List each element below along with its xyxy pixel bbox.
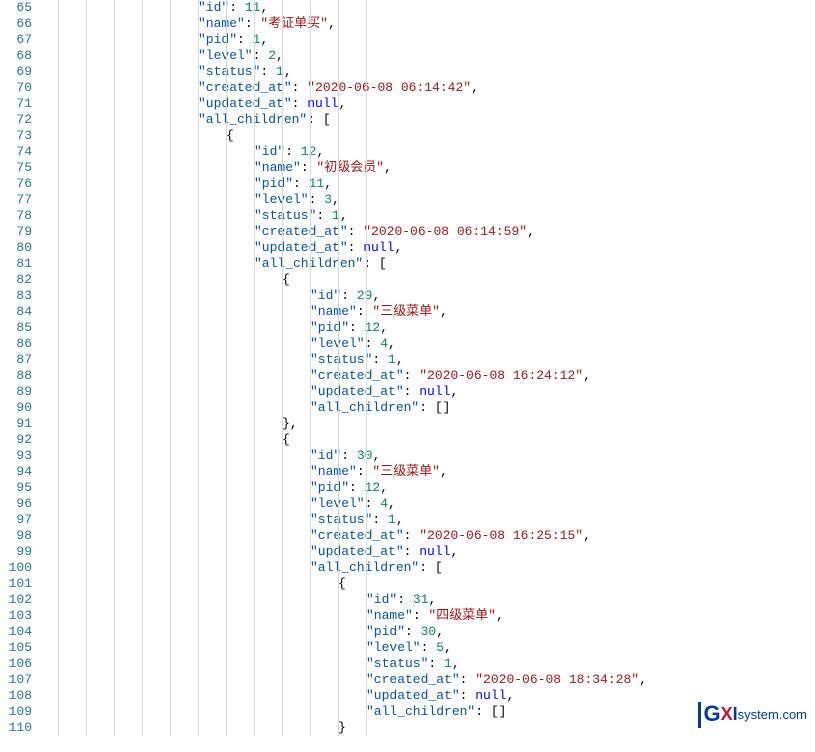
- line-number: 107: [0, 672, 32, 688]
- line-number: 89: [0, 384, 32, 400]
- code-line[interactable]: "id": 30,: [50, 448, 815, 464]
- code-line[interactable]: "level": 3,: [50, 192, 815, 208]
- line-number: 83: [0, 288, 32, 304]
- line-number: 72: [0, 112, 32, 128]
- line-number: 74: [0, 144, 32, 160]
- line-number: 73: [0, 128, 32, 144]
- line-number: 101: [0, 576, 32, 592]
- code-line[interactable]: "name": "三级菜单",: [50, 464, 815, 480]
- line-number: 103: [0, 608, 32, 624]
- line-number: 97: [0, 512, 32, 528]
- line-number: 84: [0, 304, 32, 320]
- code-line[interactable]: "pid": 12,: [50, 320, 815, 336]
- line-number: 87: [0, 352, 32, 368]
- line-number: 109: [0, 704, 32, 720]
- line-number: 81: [0, 256, 32, 272]
- line-number: 102: [0, 592, 32, 608]
- line-number: 77: [0, 192, 32, 208]
- code-line[interactable]: "created_at": "2020-06-08 16:25:15",: [50, 528, 815, 544]
- code-line[interactable]: "level": 4,: [50, 336, 815, 352]
- code-line[interactable]: "pid": 30,: [50, 624, 815, 640]
- code-line[interactable]: "id": 29,: [50, 288, 815, 304]
- code-line[interactable]: "level": 4,: [50, 496, 815, 512]
- code-line[interactable]: "id": 12,: [50, 144, 815, 160]
- line-number: 80: [0, 240, 32, 256]
- code-line[interactable]: "name": "四级菜单",: [50, 608, 815, 624]
- line-number: 100: [0, 560, 32, 576]
- code-line[interactable]: "level": 2,: [50, 48, 815, 64]
- line-number: 78: [0, 208, 32, 224]
- code-line[interactable]: {: [50, 272, 815, 288]
- code-line[interactable]: {: [50, 432, 815, 448]
- line-number: 108: [0, 688, 32, 704]
- line-number: 105: [0, 640, 32, 656]
- line-number: 65: [0, 0, 32, 16]
- code-line[interactable]: "updated_at": null,: [50, 384, 815, 400]
- code-line[interactable]: "updated_at": null,: [50, 240, 815, 256]
- code-line[interactable]: "status": 1,: [50, 512, 815, 528]
- line-number: 82: [0, 272, 32, 288]
- code-line[interactable]: "created_at": "2020-06-08 06:14:59",: [50, 224, 815, 240]
- line-number: 91: [0, 416, 32, 432]
- line-number: 98: [0, 528, 32, 544]
- code-line[interactable]: "status": 1,: [50, 64, 815, 80]
- code-line[interactable]: "id": 11,: [50, 0, 815, 16]
- code-line[interactable]: "status": 1,: [50, 208, 815, 224]
- line-number: 85: [0, 320, 32, 336]
- code-line[interactable]: "pid": 1,: [50, 32, 815, 48]
- code-lines: "id": 11,"name": "考证单买","pid": 1,"level"…: [50, 0, 815, 736]
- code-area[interactable]: "id": 11,"name": "考证单买","pid": 1,"level"…: [50, 0, 815, 736]
- code-line[interactable]: "pid": 11,: [50, 176, 815, 192]
- line-number: 104: [0, 624, 32, 640]
- line-number: 68: [0, 48, 32, 64]
- line-number: 106: [0, 656, 32, 672]
- code-line[interactable]: "name": "三级菜单",: [50, 304, 815, 320]
- line-number: 94: [0, 464, 32, 480]
- line-number: 71: [0, 96, 32, 112]
- line-number-gutter: 6566676869707172737475767778798081828384…: [0, 0, 50, 736]
- line-number: 76: [0, 176, 32, 192]
- code-line[interactable]: {: [50, 128, 815, 144]
- code-line[interactable]: "all_children": [: [50, 112, 815, 128]
- code-line[interactable]: "status": 1,: [50, 352, 815, 368]
- code-line[interactable]: "all_children": [: [50, 256, 815, 272]
- line-number: 79: [0, 224, 32, 240]
- line-number: 95: [0, 480, 32, 496]
- line-number: 67: [0, 32, 32, 48]
- code-line[interactable]: "name": "初级会员",: [50, 160, 815, 176]
- code-line[interactable]: "name": "考证单买",: [50, 16, 815, 32]
- line-number: 75: [0, 160, 32, 176]
- code-line[interactable]: "all_children": [: [50, 560, 815, 576]
- code-line[interactable]: "all_children": []: [50, 400, 815, 416]
- code-line[interactable]: "id": 31,: [50, 592, 815, 608]
- watermark-logo: GXIsystem.com: [698, 701, 808, 728]
- line-number: 70: [0, 80, 32, 96]
- line-number: 69: [0, 64, 32, 80]
- code-line[interactable]: "created_at": "2020-06-08 18:34:28",: [50, 672, 815, 688]
- code-line[interactable]: "created_at": "2020-06-08 16:24:12",: [50, 368, 815, 384]
- line-number: 88: [0, 368, 32, 384]
- code-line[interactable]: {: [50, 576, 815, 592]
- line-number: 96: [0, 496, 32, 512]
- code-line[interactable]: "created_at": "2020-06-08 06:14:42",: [50, 80, 815, 96]
- line-number: 90: [0, 400, 32, 416]
- code-line[interactable]: "pid": 12,: [50, 480, 815, 496]
- code-line[interactable]: },: [50, 416, 815, 432]
- code-line[interactable]: "status": 1,: [50, 656, 815, 672]
- line-number: 110: [0, 720, 32, 736]
- line-number: 86: [0, 336, 32, 352]
- code-line[interactable]: "updated_at": null,: [50, 96, 815, 112]
- line-number: 66: [0, 16, 32, 32]
- line-number: 99: [0, 544, 32, 560]
- line-number: 93: [0, 448, 32, 464]
- line-number: 92: [0, 432, 32, 448]
- code-line[interactable]: "level": 5,: [50, 640, 815, 656]
- code-line[interactable]: "updated_at": null,: [50, 544, 815, 560]
